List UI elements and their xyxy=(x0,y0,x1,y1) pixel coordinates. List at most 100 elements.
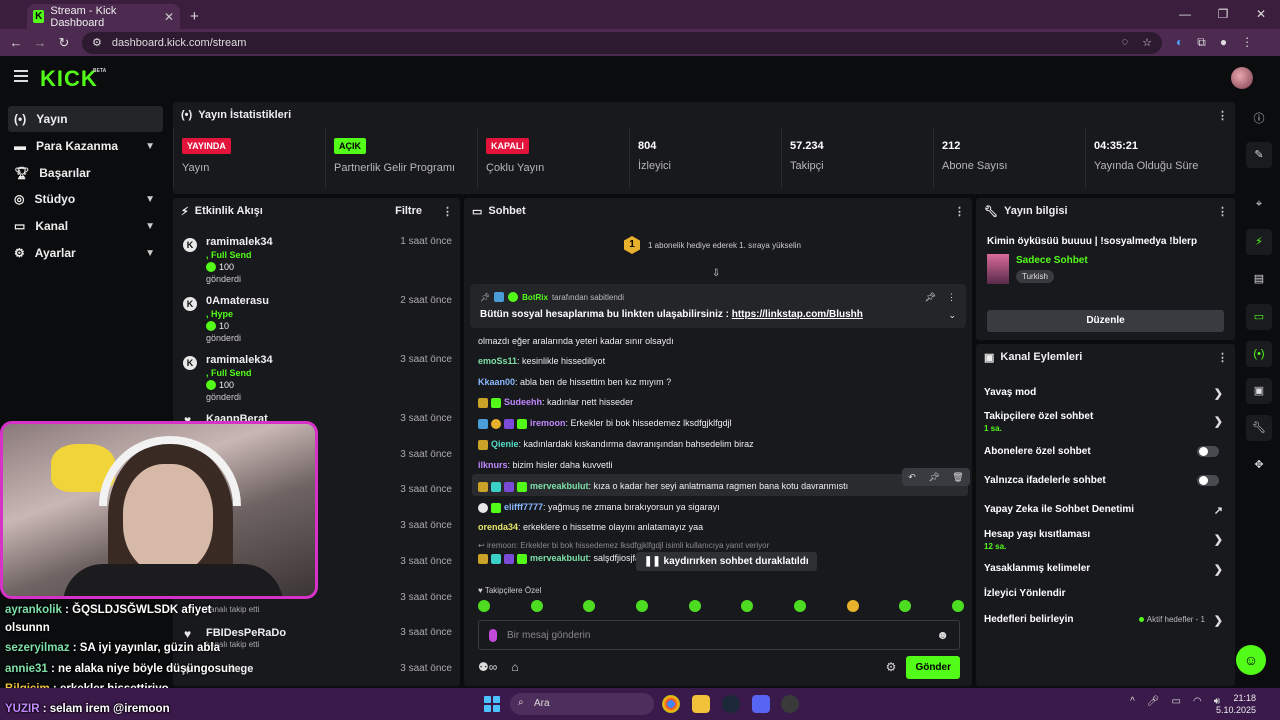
chat-message[interactable]: iremoon: Erkekler bi bok hissedemez lksd… xyxy=(478,418,732,429)
mic-icon[interactable]: 🎤︎ xyxy=(1147,696,1160,707)
scroll-down-icon[interactable]: ⇩ xyxy=(712,268,720,279)
minimize-icon[interactable]: — xyxy=(1166,0,1204,29)
steam-icon[interactable] xyxy=(722,695,740,713)
emote-icon[interactable] xyxy=(635,600,648,612)
emote-icon[interactable] xyxy=(741,600,754,612)
more-options-icon[interactable]: ⋮ xyxy=(442,205,453,218)
more-options-icon[interactable]: ⋮ xyxy=(1217,109,1228,122)
pinned-link[interactable]: https://linkstap.com/Blushh xyxy=(732,309,863,320)
sidebar-item-settings[interactable]: ⚙ Ayarlar ▼ xyxy=(8,240,163,266)
extension-icon[interactable]: ◐ xyxy=(1176,35,1183,50)
chat-message[interactable]: elifff7777: yağmuş ne zmana bırakıyorsun… xyxy=(478,502,720,513)
site-info-icon[interactable]: ⚙ xyxy=(92,36,102,49)
chevron-down-icon[interactable]: ⌄ xyxy=(948,310,956,321)
chat-message[interactable]: merveakbulut: kıza o kadar her seyi anla… xyxy=(478,481,848,492)
send-button[interactable]: Gönder xyxy=(906,655,960,679)
redirect-viewers-row[interactable]: İzleyici Yönlendir xyxy=(984,588,1229,599)
pin-icon[interactable]: 📌︎ xyxy=(928,472,939,483)
chat-message[interactable]: olmazdı eğer aralarında yeteri kadar sın… xyxy=(478,336,674,346)
followers-chat-row[interactable]: Takipçilere özel sohbet 1 sa. ❯ xyxy=(984,411,1229,433)
reload-icon[interactable]: ↻ xyxy=(52,35,76,51)
profile-icon[interactable]: ● xyxy=(1220,35,1227,50)
chat-message[interactable]: Kkaan00: abla ben de hissettim ben kız m… xyxy=(478,377,671,387)
puzzle-icon[interactable]: ⧉ xyxy=(1197,35,1206,50)
unpin-icon[interactable]: 📌︎ xyxy=(925,292,936,303)
chat-input[interactable]: Bir mesaj gönderin ☻ xyxy=(478,620,960,650)
banned-words-row[interactable]: Yasaklanmış kelimeler ❯ xyxy=(984,563,1229,576)
wrench-icon[interactable]: 🔧︎ xyxy=(1246,415,1272,441)
network-icon[interactable]: ▭ xyxy=(1172,696,1181,707)
focus-icon[interactable]: ⌖ xyxy=(1246,191,1272,217)
chat-message[interactable]: Sudeehh: kadınlar nett hisseder xyxy=(478,397,633,408)
taskbar-clock[interactable]: 21:18 5.10.2025 xyxy=(1216,692,1256,716)
notes-icon[interactable]: ▤ xyxy=(1246,266,1272,292)
emotes-chat-toggle[interactable] xyxy=(1197,475,1219,486)
sidebar-item-monetization[interactable]: ▬ Para Kazanma ▼ xyxy=(8,133,163,159)
obs-icon[interactable] xyxy=(781,695,799,713)
chat-users-icon[interactable]: ⚉∞ xyxy=(478,660,497,674)
maximize-icon[interactable]: ❐ xyxy=(1204,0,1242,29)
browser-tab[interactable]: K Stream - Kick Dashboard ✕ xyxy=(27,4,180,29)
file-explorer-icon[interactable] xyxy=(692,695,710,713)
chrome-icon[interactable] xyxy=(662,695,680,713)
info-icon[interactable]: ⓘ xyxy=(1246,106,1272,132)
slow-mode-row[interactable]: Yavaş mod ❯ xyxy=(984,387,1229,400)
store-icon[interactable]: ⌂ xyxy=(511,660,518,674)
channel-icon[interactable]: ▣ xyxy=(1246,378,1272,404)
chevron-up-icon[interactable]: ^ xyxy=(1130,696,1135,707)
wifi-icon[interactable]: ◠ xyxy=(1193,696,1202,707)
microphone-icon[interactable] xyxy=(489,628,497,642)
new-tab-icon[interactable]: + xyxy=(190,4,199,29)
chat-bubble-icon[interactable]: ▭ xyxy=(1246,304,1272,330)
emote-icon[interactable] xyxy=(846,600,859,612)
emote-icon[interactable] xyxy=(793,600,806,612)
kick-logo[interactable]: KICK xyxy=(40,66,98,92)
sidebar-item-channel[interactable]: ▭ Kanal ▼ xyxy=(8,213,163,239)
subs-chat-toggle[interactable] xyxy=(1197,446,1219,457)
chat-paused-banner[interactable]: ❚❚ kaydırırken sohbet duraklatıldı xyxy=(636,552,817,571)
more-options-icon[interactable]: ⋮ xyxy=(1217,351,1228,364)
more-options-icon[interactable]: ⋮ xyxy=(947,292,956,303)
browser-menu-icon[interactable]: ⋮ xyxy=(1241,35,1253,50)
taskbar-search[interactable]: Ara xyxy=(510,693,654,715)
chat-message[interactable]: merveakbulut: salşdfjiosjfas xyxy=(478,553,645,564)
age-limit-row[interactable]: Hesap yaşı kısıtlaması 12 sa. ❯ xyxy=(984,529,1229,551)
more-options-icon[interactable]: ⋮ xyxy=(1217,205,1228,218)
emote-icon[interactable] xyxy=(899,600,912,612)
trash-icon[interactable]: 🗑︎ xyxy=(952,472,963,483)
chat-message[interactable]: Qienie: kadınlardaki kıskandırma davranı… xyxy=(478,439,754,450)
url-field[interactable]: ⚙ dashboard.kick.com/stream ◌ ☆ xyxy=(82,31,1162,54)
user-avatar[interactable] xyxy=(1231,67,1253,89)
eye-off-icon[interactable]: ◌ xyxy=(1122,36,1129,49)
forward-icon[interactable]: → xyxy=(28,35,52,50)
emoji-icon[interactable]: ☻ xyxy=(936,628,949,642)
discord-icon[interactable] xyxy=(752,695,770,713)
move-icon[interactable]: ✥ xyxy=(1246,452,1272,478)
bookmark-star-icon[interactable]: ☆ xyxy=(1142,36,1152,49)
filter-button[interactable]: Filtre xyxy=(395,205,422,217)
edit-icon[interactable]: ✎ xyxy=(1246,142,1272,168)
back-icon[interactable]: ← xyxy=(4,35,28,50)
emote-icon[interactable] xyxy=(583,600,596,612)
chat-message[interactable]: ilknurs: bizim hisler daha kuvvetli xyxy=(478,460,613,470)
close-tab-icon[interactable]: ✕ xyxy=(164,10,174,24)
emote-icon[interactable] xyxy=(530,600,543,612)
sub-goal-banner[interactable]: 1 1 abonelik hediye ederek 1. sıraya yük… xyxy=(624,236,801,254)
hamburger-menu-icon[interactable] xyxy=(14,70,28,82)
emote-icon[interactable] xyxy=(951,600,964,612)
more-options-icon[interactable]: ⋮ xyxy=(954,205,965,218)
chat-message[interactable]: orenda34: erkeklere o hissetme olayını a… xyxy=(478,522,703,532)
edit-button[interactable]: Düzenle xyxy=(987,310,1224,332)
sidebar-item-achievements[interactable]: 🏆︎ Başarılar xyxy=(8,160,163,186)
set-goals-row[interactable]: Hedefleri belirleyin Aktif hedefler - 1 ❯ xyxy=(984,614,1229,627)
emote-icon[interactable] xyxy=(478,600,490,612)
gear-icon[interactable]: ⚙ xyxy=(886,660,897,674)
broadcast-icon[interactable]: (•) xyxy=(1246,341,1272,367)
windows-start-icon[interactable] xyxy=(484,696,500,712)
sidebar-item-studio[interactable]: ◎ Stüdyo ▼ xyxy=(8,186,163,212)
emote-icon[interactable] xyxy=(688,600,701,612)
reply-icon[interactable]: ↶ xyxy=(908,472,916,483)
help-chat-button[interactable]: ☺ xyxy=(1236,645,1266,675)
category-name[interactable]: Sadece Sohbet xyxy=(1016,255,1088,266)
ai-moderation-row[interactable]: Yapay Zeka ile Sohbet Denetimi ↗ xyxy=(984,504,1229,517)
